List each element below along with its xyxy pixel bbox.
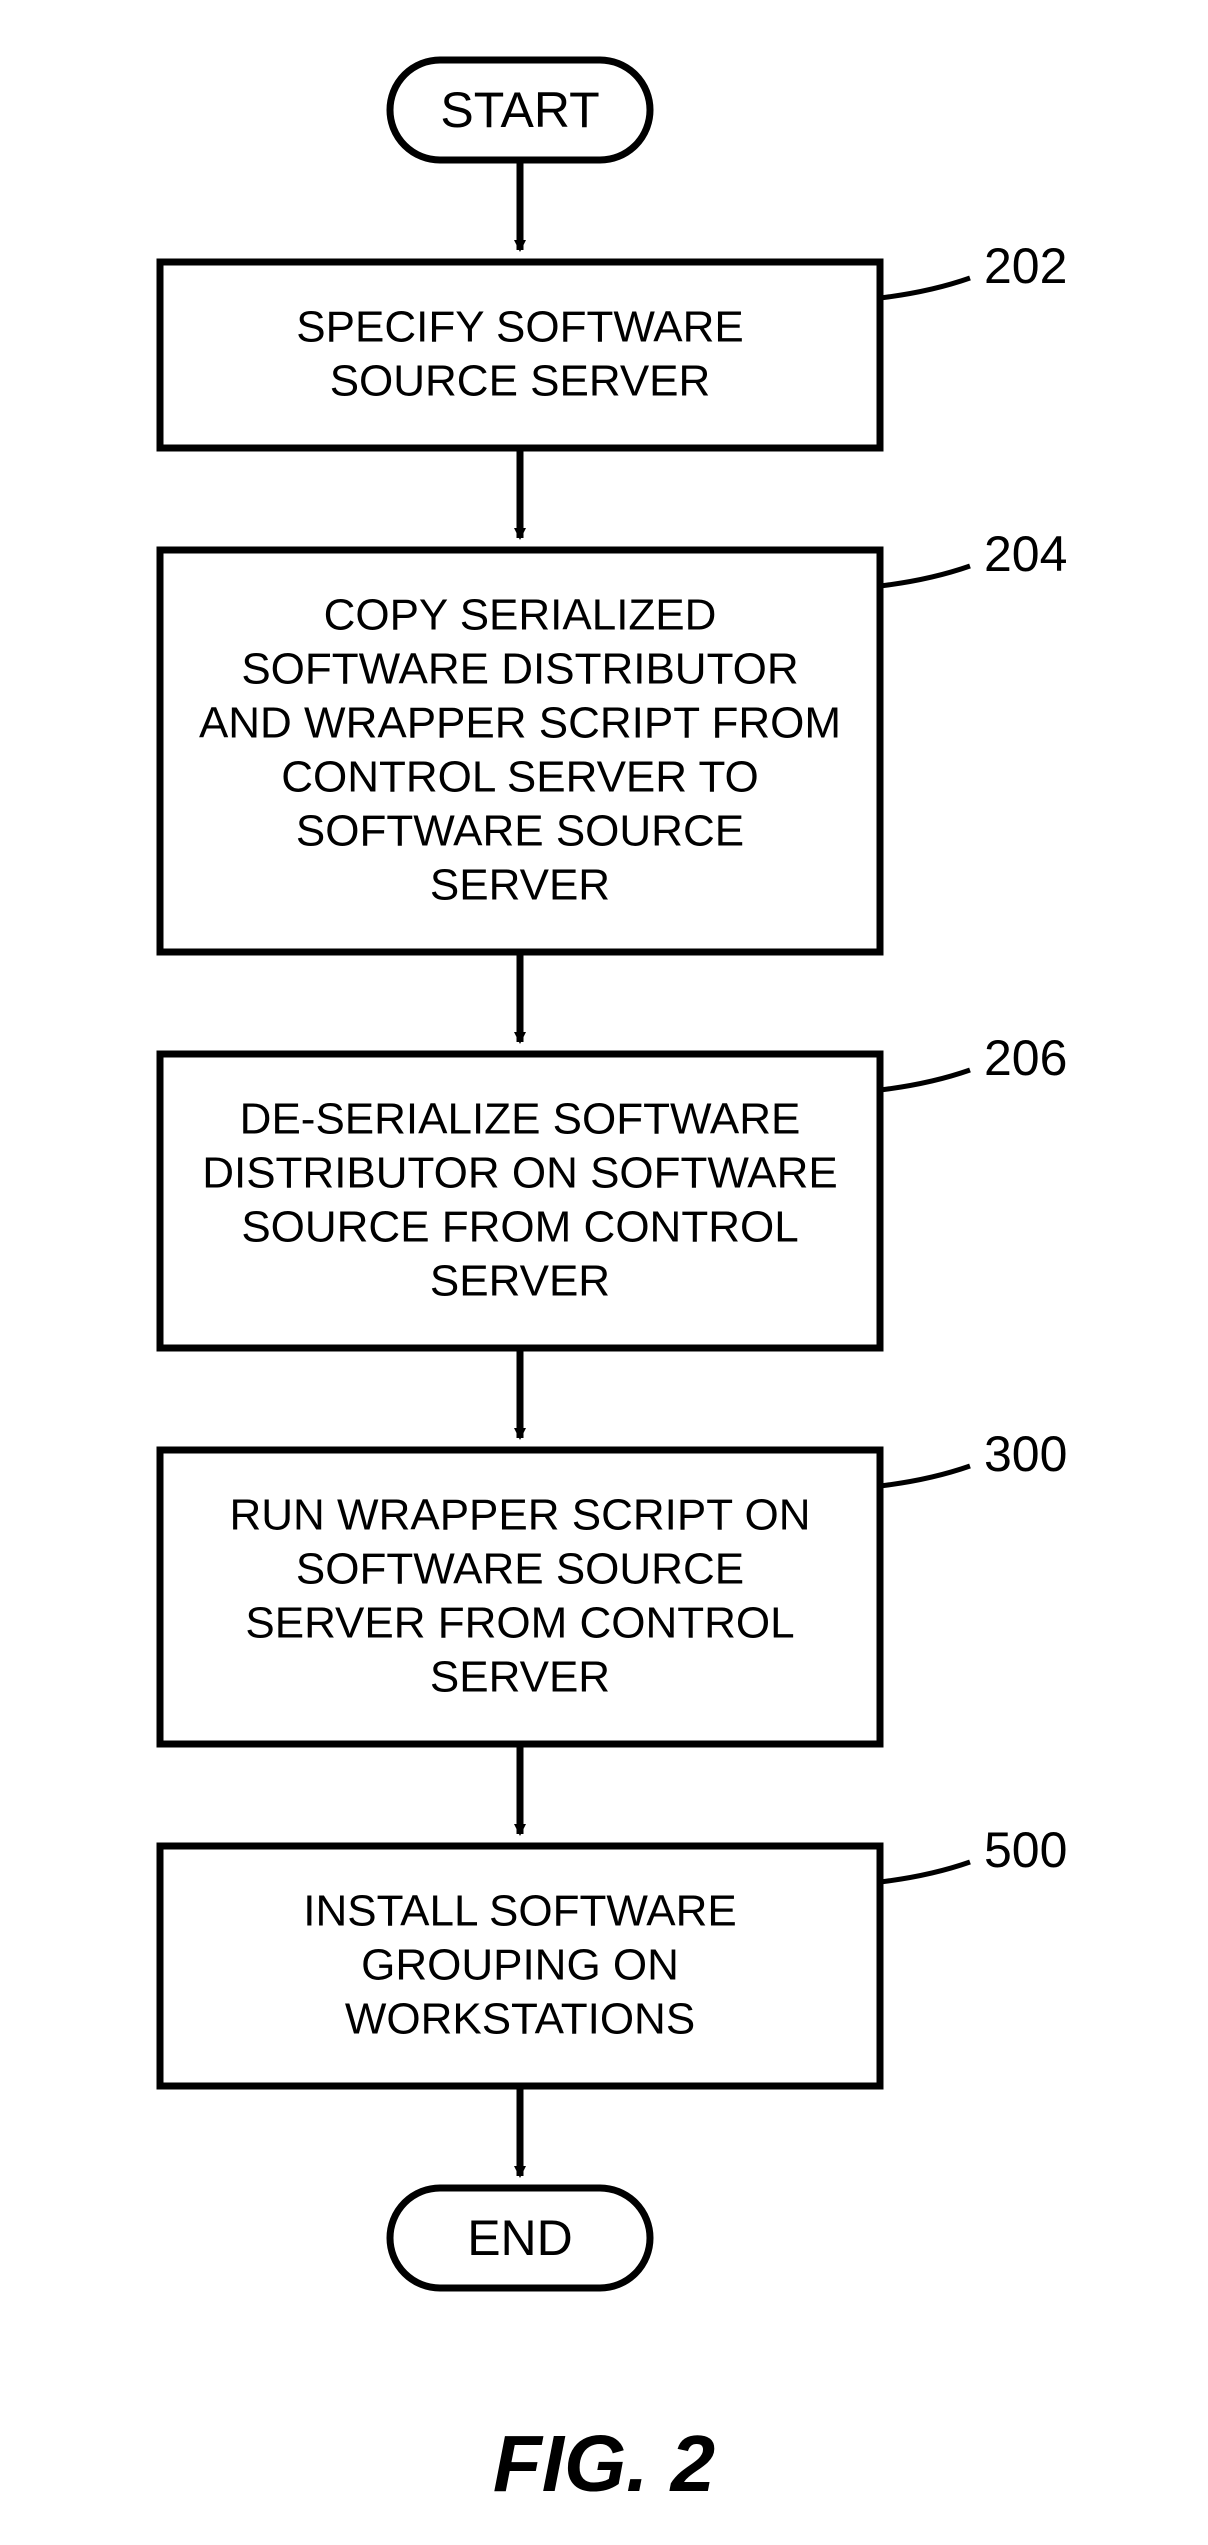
process-text-206-line3: SERVER [430, 1257, 610, 1306]
process-text-204-line4: SOFTWARE SOURCE [296, 807, 744, 856]
process-text-300-line2: SERVER FROM CONTROL [245, 1599, 794, 1648]
process-text-500-line2: WORKSTATIONS [345, 1995, 695, 2044]
process-text-206-line1: DISTRIBUTOR ON SOFTWARE [202, 1149, 838, 1198]
process-text-300-line0: RUN WRAPPER SCRIPT ON [229, 1491, 810, 1540]
figure-label: FIG. 2 [493, 2419, 715, 2508]
process-text-204-line1: SOFTWARE DISTRIBUTOR [241, 645, 798, 694]
label-hook-206 [880, 1070, 970, 1090]
step-label-500: 500 [984, 1822, 1067, 1878]
process-text-300-line1: SOFTWARE SOURCE [296, 1545, 744, 1594]
label-hook-300 [880, 1466, 970, 1486]
label-hook-500 [880, 1862, 970, 1882]
terminal-end-label: END [467, 2210, 573, 2266]
process-text-204-line2: AND WRAPPER SCRIPT FROM [199, 699, 841, 748]
process-text-500-line0: INSTALL SOFTWARE [303, 1887, 737, 1936]
step-label-206: 206 [984, 1030, 1067, 1086]
terminal-start-label: START [440, 82, 599, 138]
step-label-204: 204 [984, 526, 1067, 582]
process-text-202-line1: SOURCE SERVER [330, 357, 711, 406]
step-label-300: 300 [984, 1426, 1067, 1482]
process-text-204-line0: COPY SERIALIZED [324, 591, 717, 640]
process-text-204-line5: SERVER [430, 861, 610, 910]
process-text-202-line0: SPECIFY SOFTWARE [296, 303, 743, 352]
label-hook-204 [880, 566, 970, 586]
process-text-204-line3: CONTROL SERVER TO [281, 753, 759, 802]
process-box-202 [160, 262, 880, 448]
process-text-500-line1: GROUPING ON [361, 1941, 679, 1990]
process-text-300-line3: SERVER [430, 1653, 610, 1702]
step-label-202: 202 [984, 238, 1067, 294]
flowchart: START SPECIFY SOFTWARE SOURCE SERVER 202 COP… [0, 0, 1208, 2545]
process-text-206-line0: DE-SERIALIZE SOFTWARE [240, 1095, 801, 1144]
process-text-206-line2: SOURCE FROM CONTROL [241, 1203, 798, 1252]
label-hook-202 [880, 278, 970, 298]
